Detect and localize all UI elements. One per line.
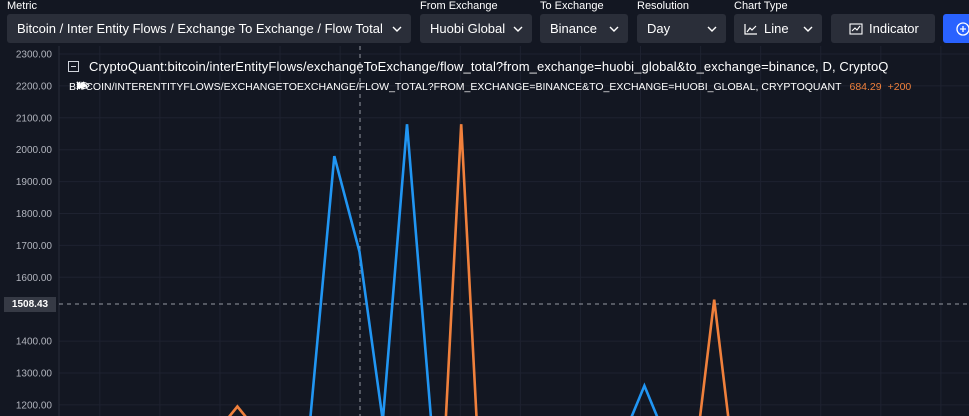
y-tick-label: 1900.00 (16, 177, 53, 188)
chevron-down-icon (392, 26, 402, 32)
resolution-label: Resolution (637, 0, 689, 12)
y-tick-label: 1800.00 (16, 209, 53, 220)
horizontal-grid (59, 53, 969, 406)
series-title-2: BITCOIN/INTERENTITYFLOWS/EXCHANGETOEXCHA… (69, 81, 842, 93)
y-tick-label: 1700.00 (16, 241, 53, 252)
series-change-2: +200 (887, 81, 912, 93)
y-tick-label: 2000.00 (16, 145, 53, 156)
y-tick-label: 2100.00 (16, 113, 53, 124)
close-icon[interactable] (75, 80, 86, 91)
y-tick-label: 1400.00 (16, 337, 53, 348)
crosshair-price-label: 1508.43 (4, 297, 56, 312)
series-value-2: 684.29 (849, 81, 882, 93)
chart-canvas[interactable]: 2300.00 2200.00 2100.00 2000.00 1900.00 1800.… (0, 46, 969, 416)
y-axis: 2300.00 2200.00 2100.00 2000.00 1900.00 1800.… (16, 50, 53, 412)
y-tick-label: 2200.00 (16, 81, 53, 92)
series-legend-1[interactable]: CryptoQuant:bitcoin/interEntityFlows/exc… (68, 58, 888, 74)
to-exchange-label: To Exchange (540, 0, 604, 12)
series-layer (228, 124, 730, 416)
series-line-blue (309, 124, 659, 416)
to-exchange-value: Binance (550, 21, 597, 36)
y-tick-label: 1200.00 (16, 400, 53, 411)
metric-select-value: Bitcoin / Inter Entity Flows / Exchange … (17, 21, 383, 36)
chart-type-select[interactable]: Line (734, 14, 822, 43)
collapse-icon[interactable] (68, 60, 79, 72)
chart-type-label: Chart Type (734, 0, 788, 12)
series-title-1: CryptoQuant:bitcoin/interEntityFlows/exc… (89, 58, 889, 74)
y-tick-label: 1600.00 (16, 273, 53, 284)
metric-select[interactable]: Bitcoin / Inter Entity Flows / Exchange … (7, 14, 411, 43)
resolution-value: Day (647, 21, 671, 36)
toolbar: Metric Bitcoin / Inter Entity Flows / Ex… (0, 0, 969, 46)
y-tick-label: 2300.00 (16, 50, 53, 61)
line-chart-icon (744, 23, 757, 35)
vertical-grid (99, 46, 942, 416)
series-legend-2[interactable]: BITCOIN/INTERENTITYFLOWS/EXCHANGETOEXCHA… (69, 80, 911, 94)
series-line-orange (228, 124, 730, 416)
add-button[interactable] (943, 14, 969, 43)
to-exchange-select[interactable]: Binance (540, 14, 628, 43)
add-circle-icon (956, 21, 969, 36)
from-exchange-value: Huobi Global (430, 21, 506, 36)
resolution-select[interactable]: Day (637, 14, 726, 43)
chevron-down-icon (707, 26, 717, 32)
indicator-icon (849, 22, 863, 35)
indicator-button[interactable]: Indicator (831, 14, 935, 43)
metric-label: Metric (7, 0, 37, 12)
chevron-down-icon (609, 26, 619, 32)
chart-area[interactable]: 2300.00 2200.00 2100.00 2000.00 1900.00 1800.… (0, 46, 969, 416)
y-tick-label: 1300.00 (16, 369, 53, 380)
chevron-down-icon (513, 26, 523, 32)
from-exchange-label: From Exchange (420, 0, 498, 12)
indicator-label: Indicator (869, 21, 919, 36)
chart-type-value: Line (764, 21, 789, 36)
from-exchange-select[interactable]: Huobi Global (420, 14, 532, 43)
chevron-down-icon (803, 26, 813, 32)
